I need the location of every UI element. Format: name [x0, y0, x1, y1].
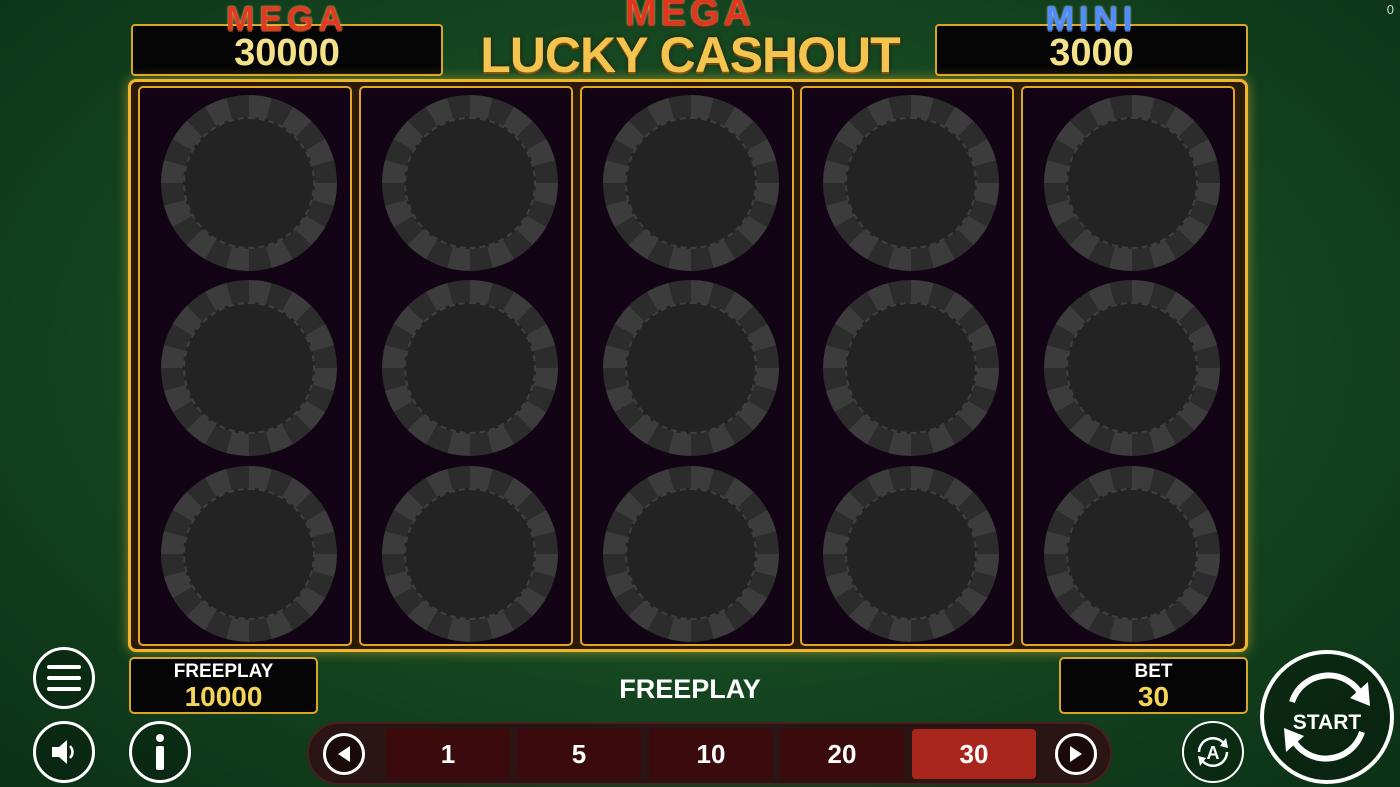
poker-chip-icon [382, 280, 558, 456]
reel-1 [138, 86, 352, 646]
arrow-left-icon [338, 746, 350, 762]
info-button[interactable] [129, 721, 191, 783]
game-logo: MEGA LUCKY CASHOUT [452, 0, 928, 83]
svg-text:A: A [1207, 743, 1220, 763]
freeplay-balance-box: FREEPLAY 10000 [129, 657, 318, 714]
info-icon [156, 734, 164, 770]
bet-value: 30 [1137, 681, 1170, 712]
menu-button[interactable] [33, 647, 95, 709]
autoplay-icon: A [1197, 736, 1229, 768]
sound-button[interactable] [33, 721, 95, 783]
start-label: START [1292, 711, 1362, 734]
poker-chip-icon [823, 280, 999, 456]
logo-line2: LUCKY CASHOUT [480, 27, 900, 83]
poker-chip-icon [603, 95, 779, 271]
poker-chip-icon [382, 95, 558, 271]
status-text: FREEPLAY [619, 674, 761, 704]
poker-chip-icon [161, 466, 337, 642]
bet-option-30[interactable]: 30 [912, 729, 1036, 779]
poker-chip-icon [1044, 466, 1220, 642]
freeplay-balance-label: FREEPLAY [173, 661, 274, 682]
reel-frame [128, 79, 1248, 652]
reel-3 [580, 86, 794, 646]
bet-box: BET 30 [1059, 657, 1248, 714]
bet-selector: 1 5 10 20 30 [307, 722, 1112, 785]
bet-option-5[interactable]: 5 [517, 729, 641, 779]
bet-prev-button[interactable] [323, 733, 365, 775]
corner-counter: 0 [1386, 2, 1394, 17]
poker-chip-icon [603, 280, 779, 456]
mini-jackpot-value: 3000 [1049, 32, 1134, 74]
autoplay-button[interactable]: A [1182, 721, 1244, 783]
poker-chip-icon [1044, 280, 1220, 456]
poker-chip-icon [161, 95, 337, 271]
poker-chip-icon [1044, 95, 1220, 271]
reel-4 [800, 86, 1014, 646]
poker-chip-icon [823, 466, 999, 642]
poker-chip-icon [823, 95, 999, 271]
poker-chip-icon [603, 466, 779, 642]
bet-option-1[interactable]: 1 [386, 729, 510, 779]
mega-jackpot-box: MEGA 30000 [131, 0, 443, 76]
bet-option-20[interactable]: 20 [780, 729, 904, 779]
poker-chip-icon [161, 280, 337, 456]
mini-jackpot-box: MINI 3000 [935, 0, 1248, 76]
reel-2 [359, 86, 573, 646]
bet-label: BET [1134, 661, 1173, 682]
bet-next-button[interactable] [1055, 733, 1097, 775]
freeplay-balance-value: 10000 [184, 681, 263, 712]
reel-5 [1021, 86, 1235, 646]
mega-jackpot-value: 30000 [234, 32, 340, 74]
speaker-icon [52, 740, 74, 764]
bet-option-10[interactable]: 10 [649, 729, 773, 779]
menu-icon [47, 665, 81, 691]
poker-chip-icon [382, 466, 558, 642]
arrow-right-icon [1070, 746, 1082, 762]
start-button[interactable]: START [1260, 650, 1394, 784]
